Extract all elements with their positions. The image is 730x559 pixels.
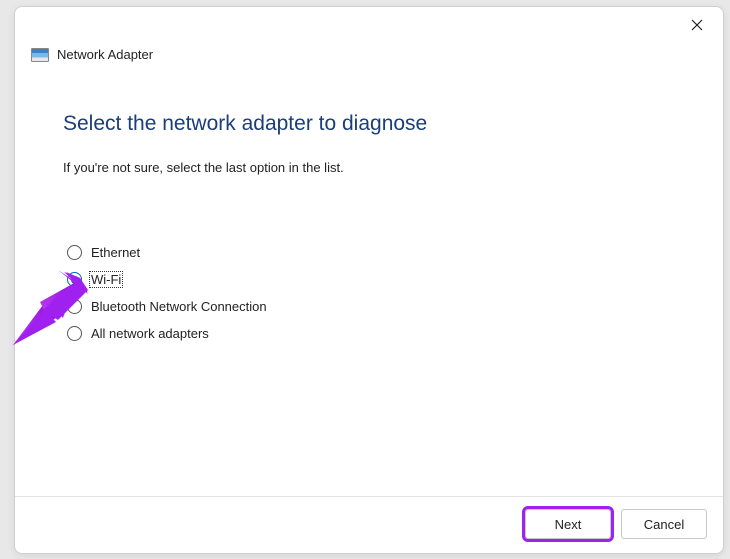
- close-icon: [691, 19, 703, 31]
- radio-icon: [67, 299, 82, 314]
- radio-wifi[interactable]: Wi-Fi: [67, 272, 675, 287]
- troubleshooter-dialog: Network Adapter Select the network adapt…: [14, 6, 724, 554]
- network-adapter-icon: [31, 48, 49, 62]
- radio-label: Bluetooth Network Connection: [90, 299, 268, 314]
- cancel-button[interactable]: Cancel: [621, 509, 707, 539]
- radio-bluetooth[interactable]: Bluetooth Network Connection: [67, 299, 675, 314]
- radio-all-adapters[interactable]: All network adapters: [67, 326, 675, 341]
- radio-label: Wi-Fi: [90, 272, 122, 287]
- radio-ethernet[interactable]: Ethernet: [67, 245, 675, 260]
- footer: Next Cancel: [15, 496, 723, 553]
- header-row: Network Adapter: [15, 43, 723, 70]
- radio-icon: [67, 245, 82, 260]
- titlebar: [15, 7, 723, 43]
- subtitle: If you're not sure, select the last opti…: [63, 160, 675, 175]
- next-label: Next: [555, 517, 582, 532]
- next-button[interactable]: Next: [525, 509, 611, 539]
- window-title: Network Adapter: [57, 47, 153, 62]
- content-area: Select the network adapter to diagnose I…: [15, 70, 723, 496]
- radio-label: Ethernet: [90, 245, 141, 260]
- main-heading: Select the network adapter to diagnose: [63, 112, 675, 136]
- radio-icon: [67, 326, 82, 341]
- adapter-radio-list: Ethernet Wi-Fi Bluetooth Network Connect…: [67, 245, 675, 341]
- radio-label: All network adapters: [90, 326, 210, 341]
- close-button[interactable]: [677, 11, 717, 39]
- cancel-label: Cancel: [644, 517, 684, 532]
- radio-icon: [67, 272, 82, 287]
